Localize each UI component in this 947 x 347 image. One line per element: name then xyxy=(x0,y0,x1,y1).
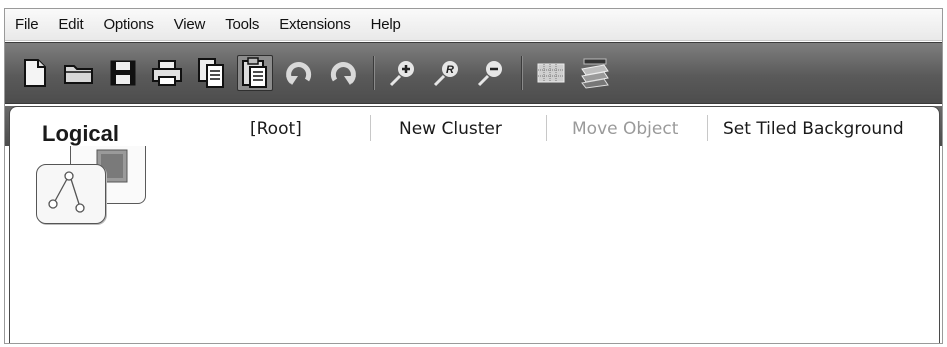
menu-extensions[interactable]: Extensions xyxy=(279,16,351,33)
canvas-area[interactable] xyxy=(9,146,940,343)
paste-button[interactable] xyxy=(237,55,273,91)
toolbar-separator-2 xyxy=(521,56,523,90)
move-object-button[interactable]: Move Object xyxy=(572,119,678,139)
menu-edit[interactable]: Edit xyxy=(58,16,83,33)
new-button[interactable] xyxy=(17,55,53,91)
menu-options[interactable]: Options xyxy=(103,16,153,33)
redo-icon xyxy=(330,62,356,85)
set-tiled-background-button[interactable]: Set Tiled Background xyxy=(723,119,904,139)
save-button[interactable] xyxy=(105,55,141,91)
print-icon xyxy=(152,60,182,86)
copy-button[interactable] xyxy=(193,55,229,91)
copy-icon xyxy=(198,58,224,88)
logical-view-icon[interactable] xyxy=(36,164,106,224)
grid-icon xyxy=(537,63,565,83)
application-window: File Edit Options View Tools Extensions … xyxy=(4,8,943,344)
open-button[interactable] xyxy=(61,55,97,91)
redo-button[interactable] xyxy=(325,55,361,91)
toolbar: R xyxy=(5,42,942,104)
toolbar-separator xyxy=(373,56,375,90)
print-button[interactable] xyxy=(149,55,185,91)
zoom-out-icon xyxy=(477,61,502,87)
root-button[interactable]: [Root] xyxy=(250,119,302,139)
save-icon xyxy=(110,60,136,86)
zoom-out-button[interactable] xyxy=(473,55,509,91)
zoom-reset-icon: R xyxy=(433,61,458,87)
layers-icon xyxy=(581,58,609,89)
paste-icon xyxy=(242,57,267,88)
action-divider xyxy=(370,115,371,141)
grid-button[interactable] xyxy=(533,55,569,91)
new-cluster-button[interactable]: New Cluster xyxy=(399,119,502,139)
menu-tools[interactable]: Tools xyxy=(225,16,259,33)
tab-strip: Logical [Root] New Cluster Move Object S… xyxy=(5,106,942,148)
new-file-icon xyxy=(24,59,46,87)
zoom-reset-button[interactable]: R xyxy=(429,55,465,91)
tree-graph-icon xyxy=(48,171,85,213)
svg-text:R: R xyxy=(446,64,454,76)
menu-view[interactable]: View xyxy=(174,16,206,33)
undo-button[interactable] xyxy=(281,55,317,91)
undo-icon xyxy=(286,62,312,85)
tab-title: Logical xyxy=(42,121,120,146)
menu-help[interactable]: Help xyxy=(371,16,401,33)
menu-bar: File Edit Options View Tools Extensions … xyxy=(5,9,942,41)
zoom-in-button[interactable] xyxy=(385,55,421,91)
menu-file[interactable]: File xyxy=(15,16,39,33)
tab-logical[interactable]: Logical [Root] New Cluster Move Object S… xyxy=(9,106,940,148)
action-divider xyxy=(707,115,708,141)
open-folder-icon xyxy=(64,65,93,84)
zoom-in-icon xyxy=(389,61,414,87)
layers-button[interactable] xyxy=(577,55,613,91)
action-divider xyxy=(546,115,547,141)
